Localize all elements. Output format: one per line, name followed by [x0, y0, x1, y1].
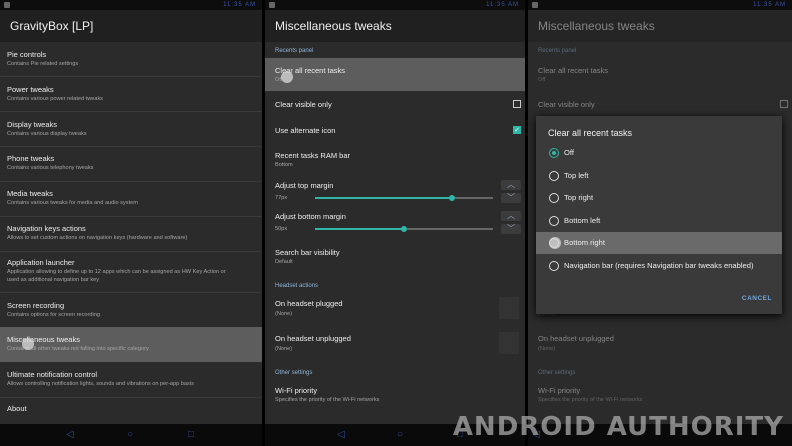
app-icon-placeholder [499, 297, 519, 319]
menu-item-display-tweaks[interactable]: Display tweaks Contains various display t… [0, 112, 262, 146]
decrease-top-margin-button[interactable]: ﹀ [501, 193, 521, 203]
menu-item-ultimate-notification-control[interactable]: Ultimate notification control Allows cont… [0, 363, 262, 397]
radio-top-left[interactable] [549, 171, 559, 181]
option-off[interactable]: Off [536, 142, 782, 164]
screen-title: Miscellaneous tweaks [275, 19, 392, 33]
pref-adjust-top-margin: Adjust top margin 77px ︿ ﹀ [265, 176, 525, 206]
category-recents-panel: Recents panel [538, 48, 577, 54]
decrease-bottom-margin-button[interactable]: ﹀ [501, 224, 521, 234]
option-top-left[interactable]: Top left [536, 165, 782, 187]
category-recents-panel: Recents panel [275, 48, 314, 54]
misc-tweaks-screen: 11:35 AM Miscellaneous tweaks Recents pa… [265, 0, 525, 446]
gravitybox-main-screen: 11:35 AM GravityBox [LP] Pie controls Con… [0, 0, 262, 446]
pref-clear-all-title: Clear all recent tasks [538, 66, 609, 75]
top-margin-slider[interactable] [315, 195, 493, 201]
touch-indicator [281, 71, 293, 83]
back-icon[interactable]: ◁ [66, 430, 74, 440]
pref-search-bar-visibility[interactable]: Search bar visibility Default [265, 241, 525, 271]
radio-top-right[interactable] [549, 193, 559, 203]
increase-top-margin-button[interactable]: ︿ [501, 180, 521, 190]
screen-title: Miscellaneous tweaks [538, 19, 655, 33]
back-icon[interactable]: ◁ [337, 430, 345, 440]
pref-adjust-bottom-margin: Adjust bottom margin 50px ︿ ﹀ [265, 207, 525, 237]
status-bar: 11:35 AM [0, 0, 262, 10]
pref-clear-all-value: Off [538, 77, 546, 83]
category-other-settings: Other settings [538, 370, 576, 376]
action-bar: GravityBox [LP] [0, 10, 262, 42]
menu-item-screen-recording[interactable]: Screen recording Contains options for scr… [0, 293, 262, 327]
clear-all-dialog-screen: 11:35 AM Miscellaneous tweaks Recents pa… [528, 0, 792, 446]
status-bar: 11:35 AM [528, 0, 792, 10]
home-icon[interactable]: ○ [127, 430, 133, 440]
app-icon-placeholder [499, 332, 519, 354]
menu-item-miscellaneous-tweaks[interactable]: Miscellaneous tweaks Contains all other t… [0, 327, 262, 362]
option-bottom-left[interactable]: Bottom left [536, 210, 782, 232]
menu-item-media-tweaks[interactable]: Media tweaks Contains various tweaks for … [0, 182, 262, 216]
pref-use-alternate-icon[interactable]: Use alternate icon ✓ [265, 117, 525, 143]
cancel-button[interactable]: CANCEL [742, 295, 772, 302]
category-headset-actions: Headset actions [275, 283, 319, 289]
clear-all-recent-tasks-dialog: Clear all recent tasks Off Top left Top … [536, 116, 782, 314]
recents-icon[interactable]: □ [188, 430, 194, 440]
clear-visible-checkbox [780, 100, 788, 108]
action-bar: Miscellaneous tweaks [528, 10, 792, 42]
option-top-right[interactable]: Top right [536, 187, 782, 209]
clear-visible-checkbox[interactable] [513, 100, 521, 108]
status-bar: 11:35 AM [265, 0, 525, 10]
increase-bottom-margin-button[interactable]: ︿ [501, 211, 521, 221]
radio-bottom-left[interactable] [549, 216, 559, 226]
pref-on-headset-plugged[interactable]: On headset plugged (None) [265, 292, 525, 326]
pref-recent-tasks-ram-bar[interactable]: Recent tasks RAM bar Bottom [265, 145, 525, 175]
home-icon[interactable]: ○ [397, 430, 403, 440]
watermark: ANDROID AUTHORITY [452, 412, 784, 442]
pref-clear-visible-only[interactable]: Clear visible only [265, 92, 525, 116]
category-other-settings: Other settings [275, 370, 313, 376]
menu-item-about[interactable]: About [0, 398, 262, 422]
pref-unplugged-value: (None) [538, 346, 556, 352]
dialog-title: Clear all recent tasks [548, 128, 633, 138]
option-navigation-bar[interactable]: Navigation bar (requires Navigation bar … [536, 255, 782, 277]
radio-navigation-bar[interactable] [549, 261, 559, 271]
app-title: GravityBox [LP] [10, 19, 94, 33]
pref-wifi-title: Wi-Fi priority [538, 386, 581, 395]
menu-item-navigation-keys-actions[interactable]: Navigation keys actions Allows to set cus… [0, 217, 262, 251]
menu-item-phone-tweaks[interactable]: Phone tweaks Contains various telephony t… [0, 147, 262, 181]
pref-wifi-priority[interactable]: Wi-Fi priority Specifies the priority of … [265, 380, 525, 410]
pref-unplugged-title: On headset unplugged [538, 334, 614, 343]
bottom-margin-slider[interactable] [315, 226, 493, 232]
touch-indicator [22, 338, 34, 350]
pref-clear-visible-title: Clear visible only [538, 100, 595, 109]
pref-on-headset-unplugged[interactable]: On headset unplugged (None) [265, 327, 525, 361]
menu-item-power-tweaks[interactable]: Power tweaks Contains various power relat… [0, 77, 262, 111]
menu-item-application-launcher[interactable]: Application launcher Application allowing… [0, 252, 262, 292]
alternate-icon-checkbox[interactable]: ✓ [513, 126, 521, 134]
radio-off[interactable] [549, 148, 559, 158]
menu-item-pie-controls[interactable]: Pie controls Contains Pie related setting… [0, 42, 262, 76]
option-bottom-right[interactable]: Bottom right [536, 232, 782, 254]
pref-wifi-value: Specifies the priority of the Wi-Fi netw… [538, 397, 643, 403]
action-bar: Miscellaneous tweaks [265, 10, 525, 42]
pref-clear-all-recent-tasks[interactable]: Clear all recent tasks Off [265, 58, 525, 91]
navigation-bar: ◁ ○ □ [0, 424, 262, 446]
touch-indicator [549, 237, 561, 249]
